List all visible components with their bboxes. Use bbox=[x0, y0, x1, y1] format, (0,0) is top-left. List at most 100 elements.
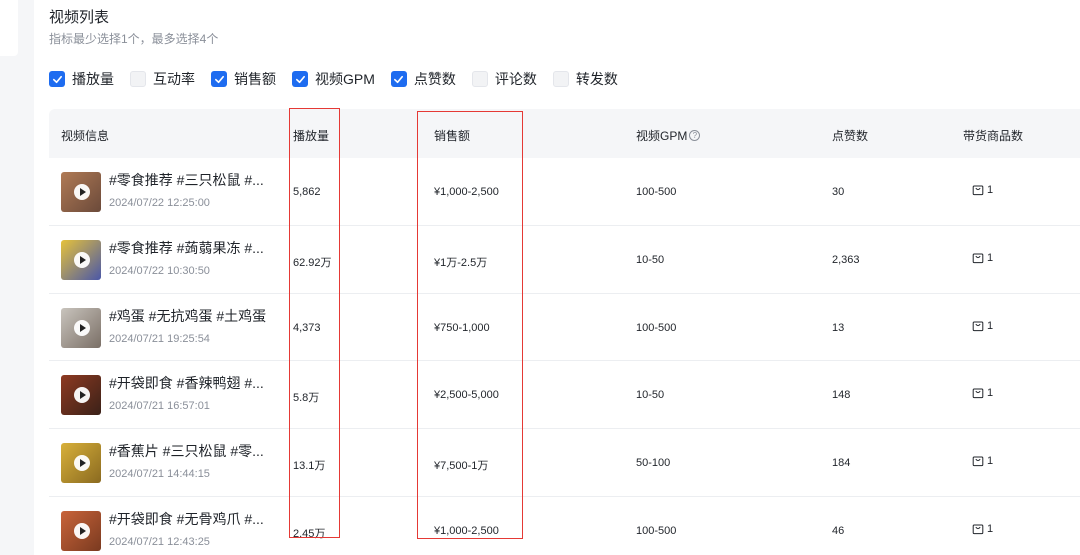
video-title[interactable]: #香蕉片 #三只松鼠 #零... bbox=[109, 441, 264, 461]
video-date: 2024/07/21 19:25:54 bbox=[109, 332, 210, 345]
checkbox-checked[interactable] bbox=[292, 71, 308, 87]
cell-goods[interactable]: 1 bbox=[972, 252, 993, 264]
shopping-bag-icon bbox=[972, 388, 984, 399]
video-title[interactable]: #开袋即食 #香辣鸭翅 #... bbox=[109, 373, 264, 393]
goods-count: 1 bbox=[987, 319, 994, 332]
metric-label: 互动率 bbox=[153, 71, 195, 87]
video-thumbnail[interactable] bbox=[61, 172, 101, 212]
cell-gpm: 100-500 bbox=[636, 524, 677, 537]
video-thumbnail[interactable] bbox=[61, 307, 101, 348]
table-row[interactable]: #香蕉片 #三只松鼠 #零... 2024/07/21 14:44:15 13.1万… bbox=[49, 429, 1080, 497]
cell-gpm: 10-50 bbox=[636, 389, 665, 402]
metric-label: 销售额 bbox=[234, 71, 276, 87]
cell-gpm: 10-50 bbox=[636, 253, 665, 266]
video-title[interactable]: #零食推荐 #三只松鼠 #... bbox=[109, 170, 264, 190]
play-icon[interactable] bbox=[74, 319, 90, 336]
header-gpm[interactable]: 视频GPM ? bbox=[636, 127, 701, 144]
goods-count: 1 bbox=[987, 455, 994, 468]
highlight-plays-column bbox=[289, 108, 340, 538]
video-date: 2024/07/21 12:43:25 bbox=[109, 535, 210, 548]
table-row[interactable]: #鸡蛋 #无抗鸡蛋 #土鸡蛋 2024/07/21 19:25:54 4,373 ¥7… bbox=[49, 294, 1080, 362]
metric-checkbox-6[interactable]: 转发数 bbox=[552, 69, 618, 89]
shopping-bag-icon bbox=[972, 456, 984, 467]
goods-count: 1 bbox=[987, 251, 994, 264]
section-title: 视频列表 bbox=[49, 9, 110, 26]
video-title[interactable]: #开袋即食 #无骨鸡爪 #... bbox=[109, 509, 264, 529]
header-goods: 带货商品数 bbox=[963, 129, 1024, 143]
cell-likes: 13 bbox=[832, 321, 845, 334]
checkbox-unchecked[interactable] bbox=[130, 71, 146, 87]
video-date: 2024/07/21 16:57:01 bbox=[109, 400, 210, 413]
shopping-bag-icon bbox=[972, 524, 984, 535]
checkbox-checked[interactable] bbox=[390, 71, 407, 87]
cell-likes: 46 bbox=[832, 524, 845, 537]
check-icon bbox=[214, 75, 224, 83]
metric-checkbox-4[interactable]: 点赞数 bbox=[390, 69, 456, 89]
header-likes[interactable]: 点赞数 bbox=[832, 127, 868, 144]
video-thumbnail[interactable] bbox=[61, 443, 101, 484]
cell-likes: 184 bbox=[832, 457, 851, 470]
video-date: 2024/07/22 10:30:50 bbox=[109, 264, 210, 277]
header-gpm-label: 视频GPM bbox=[636, 129, 688, 143]
table-row[interactable]: #零食推荐 #三只松鼠 #... 2024/07/22 12:25:00 5,862… bbox=[49, 158, 1080, 226]
metric-label: 视频GPM bbox=[315, 71, 375, 87]
cell-likes: 30 bbox=[832, 186, 845, 198]
highlight-sales-column bbox=[417, 111, 523, 539]
section-subtitle: 指标最少选择1个，最多选择4个 bbox=[49, 32, 219, 46]
table-body: #零食推荐 #三只松鼠 #... 2024/07/22 12:25:00 5,862… bbox=[49, 158, 1080, 555]
metric-checkbox-5[interactable]: 评论数 bbox=[471, 69, 537, 89]
video-title[interactable]: #鸡蛋 #无抗鸡蛋 #土鸡蛋 bbox=[109, 306, 266, 326]
video-thumbnail[interactable] bbox=[61, 239, 101, 280]
table-row[interactable]: #零食推荐 #蒟蒻果冻 #... 2024/07/22 10:30:50 62.92… bbox=[49, 226, 1080, 294]
cell-gpm: 100-500 bbox=[636, 321, 677, 334]
video-table: 视频信息 播放量 销售额 视频GPM ? 点赞数 带货商品数 #零食推荐 #三只… bbox=[49, 109, 1080, 555]
check-icon bbox=[295, 75, 305, 83]
cell-goods[interactable]: 1 bbox=[972, 184, 993, 196]
checkbox-checked[interactable] bbox=[211, 71, 227, 87]
table-row[interactable]: #开袋即食 #无骨鸡爪 #... 2024/07/21 12:43:25 2.45万… bbox=[49, 497, 1080, 555]
cell-likes: 2,363 bbox=[832, 253, 860, 266]
metric-checkbox-0[interactable]: 播放量 bbox=[49, 69, 114, 89]
table-header: 视频信息 播放量 销售额 视频GPM ? 点赞数 带货商品数 bbox=[49, 109, 1080, 158]
shopping-bag-icon bbox=[972, 321, 984, 331]
metric-label: 播放量 bbox=[72, 71, 114, 87]
play-icon[interactable] bbox=[74, 387, 90, 404]
video-thumbnail[interactable] bbox=[61, 375, 101, 416]
cell-gpm: 50-100 bbox=[636, 457, 671, 470]
cell-likes: 148 bbox=[832, 389, 851, 402]
metric-selector: 播放量 互动率 销售额 视频GPM 点赞数 评论数 转发数 bbox=[49, 69, 634, 89]
play-icon[interactable] bbox=[74, 522, 90, 539]
cell-gpm: 100-500 bbox=[636, 186, 677, 198]
metric-label: 转发数 bbox=[575, 71, 618, 87]
check-icon bbox=[394, 75, 404, 83]
metric-checkbox-2[interactable]: 销售额 bbox=[211, 69, 276, 89]
play-icon[interactable] bbox=[74, 455, 90, 472]
cell-goods[interactable]: 1 bbox=[972, 523, 993, 535]
metric-checkbox-3[interactable]: 视频GPM bbox=[292, 69, 375, 89]
cell-goods[interactable]: 1 bbox=[972, 455, 993, 467]
check-icon bbox=[52, 75, 62, 83]
left-sidebar-gutter bbox=[0, 0, 34, 555]
cell-goods[interactable]: 1 bbox=[972, 320, 993, 332]
video-thumbnail[interactable] bbox=[61, 510, 101, 551]
question-circle-icon[interactable]: ? bbox=[689, 130, 701, 141]
play-icon[interactable] bbox=[74, 184, 90, 200]
goods-count: 1 bbox=[987, 387, 994, 400]
checkbox-unchecked[interactable] bbox=[552, 71, 569, 87]
video-date: 2024/07/22 12:25:00 bbox=[109, 197, 210, 209]
checkbox-checked[interactable] bbox=[49, 71, 65, 87]
video-title[interactable]: #零食推荐 #蒟蒻果冻 #... bbox=[109, 238, 264, 258]
left-sidebar-card bbox=[0, 0, 18, 56]
play-icon[interactable] bbox=[74, 251, 90, 268]
goods-count: 1 bbox=[987, 184, 994, 196]
metric-label: 评论数 bbox=[494, 71, 537, 87]
metric-checkbox-1[interactable]: 互动率 bbox=[130, 69, 195, 89]
video-date: 2024/07/21 14:44:15 bbox=[109, 468, 210, 481]
shopping-bag-icon bbox=[972, 253, 984, 263]
table-row[interactable]: #开袋即食 #香辣鸭翅 #... 2024/07/21 16:57:01 5.8万 ¥… bbox=[49, 361, 1080, 430]
cell-goods[interactable]: 1 bbox=[972, 387, 993, 399]
shopping-bag-icon bbox=[972, 185, 984, 196]
metric-label: 点赞数 bbox=[413, 71, 456, 87]
checkbox-unchecked[interactable] bbox=[471, 71, 488, 87]
goods-count: 1 bbox=[987, 522, 994, 535]
